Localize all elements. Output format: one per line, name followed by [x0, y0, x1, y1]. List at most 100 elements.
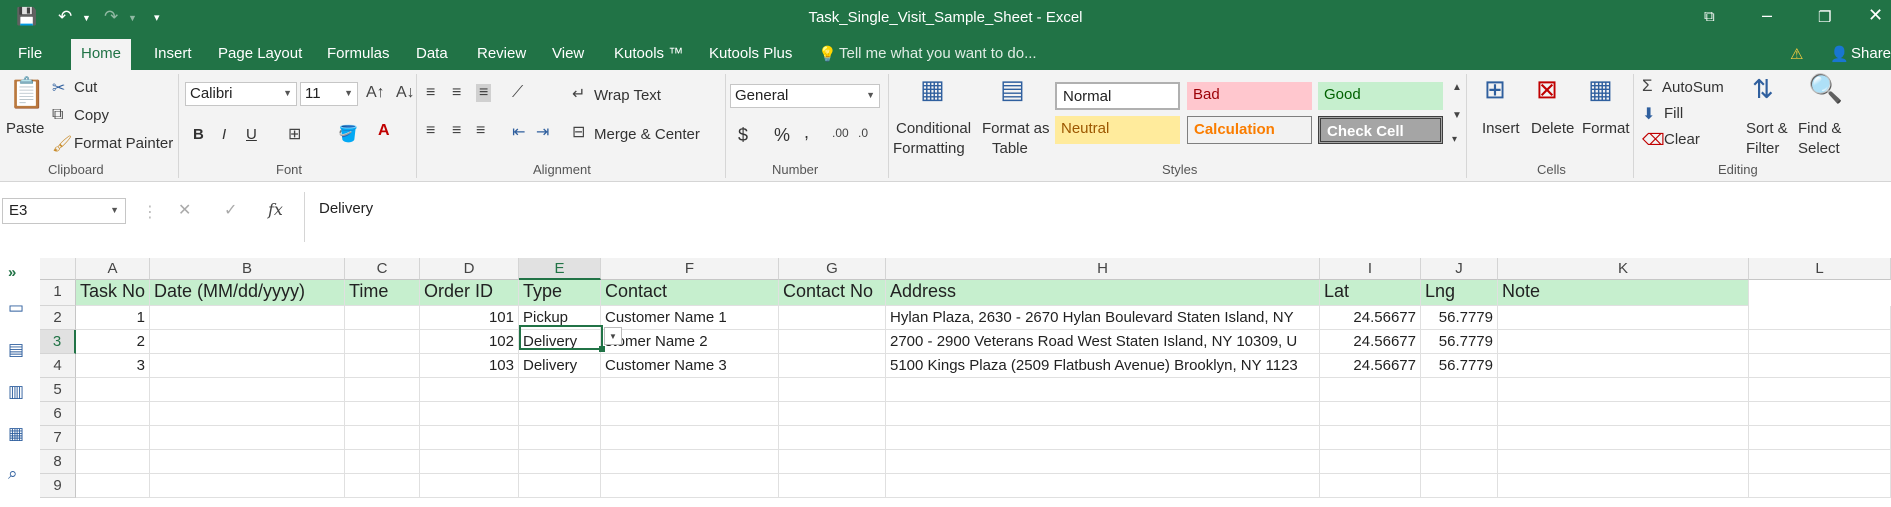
- copy-button[interactable]: Copy: [74, 107, 109, 124]
- delete-cells-icon[interactable]: ⊠: [1536, 74, 1558, 105]
- paste-button[interactable]: Paste: [6, 120, 44, 137]
- table-cell[interactable]: [345, 378, 420, 402]
- table-cell[interactable]: [345, 426, 420, 450]
- table-cell[interactable]: [420, 450, 519, 474]
- table-cell[interactable]: [1498, 474, 1749, 498]
- fill-icon[interactable]: ⬇: [1642, 104, 1655, 124]
- borders-icon[interactable]: ⊞: [288, 124, 301, 144]
- tab-formulas[interactable]: Formulas: [327, 45, 390, 62]
- autosum-button[interactable]: AutoSum: [1662, 79, 1724, 96]
- table-cell[interactable]: [150, 354, 345, 378]
- decrease-indent-icon[interactable]: ⇤: [512, 122, 525, 142]
- table-cell[interactable]: [345, 330, 420, 354]
- table-cell[interactable]: [886, 426, 1320, 450]
- table-cell[interactable]: [886, 450, 1320, 474]
- table-header-cell[interactable]: Time: [345, 280, 420, 306]
- table-header-cell[interactable]: Date (MM/dd/yyyy): [150, 280, 345, 306]
- align-bottom-icon[interactable]: ≡: [476, 84, 492, 102]
- autosum-icon[interactable]: Σ: [1642, 76, 1653, 96]
- copy-icon[interactable]: ⧉: [52, 106, 63, 124]
- delete-cells-button[interactable]: Delete: [1531, 120, 1574, 137]
- table-cell[interactable]: [779, 378, 886, 402]
- table-cell[interactable]: [345, 354, 420, 378]
- sort-filter-icon[interactable]: ⇅: [1752, 74, 1774, 105]
- bold-button[interactable]: B: [193, 126, 204, 143]
- row-header[interactable]: 1: [40, 280, 76, 306]
- align-right-icon[interactable]: ≡: [476, 122, 485, 140]
- table-header-cell[interactable]: Contact No: [779, 280, 886, 306]
- table-cell[interactable]: 56.7779: [1421, 306, 1498, 330]
- table-cell[interactable]: [601, 426, 779, 450]
- table-cell[interactable]: [150, 378, 345, 402]
- table-cell[interactable]: [779, 306, 886, 330]
- tab-data[interactable]: Data: [416, 45, 448, 62]
- table-cell[interactable]: [150, 450, 345, 474]
- tab-kutools-plus[interactable]: Kutools Plus: [709, 45, 792, 62]
- comma-button[interactable]: ,: [804, 122, 809, 143]
- table-cell[interactable]: Hylan Plaza, 2630 - 2670 Hylan Boulevard…: [886, 306, 1320, 330]
- table-header-cell[interactable]: Note: [1498, 280, 1749, 306]
- close-icon[interactable]: ✕: [1868, 5, 1883, 26]
- table-cell[interactable]: [1320, 402, 1421, 426]
- tab-insert[interactable]: Insert: [154, 45, 192, 62]
- column-header[interactable]: L: [1749, 258, 1891, 280]
- table-cell[interactable]: [1498, 306, 1749, 330]
- underline-button[interactable]: U: [246, 126, 257, 143]
- column-header[interactable]: B: [150, 258, 345, 280]
- format-painter-icon[interactable]: 🖌: [52, 134, 72, 154]
- style-neutral[interactable]: Neutral: [1055, 116, 1180, 144]
- sort-filter-button[interactable]: Sort &: [1746, 120, 1788, 137]
- ribbon-display-icon[interactable]: ⧉: [1704, 8, 1715, 25]
- table-cell[interactable]: [886, 402, 1320, 426]
- table-cell[interactable]: [519, 474, 601, 498]
- table-cell[interactable]: [420, 426, 519, 450]
- style-calculation[interactable]: Calculation: [1187, 116, 1312, 144]
- table-cell[interactable]: [1498, 450, 1749, 474]
- decrease-decimal-icon[interactable]: .0: [858, 126, 868, 140]
- table-cell[interactable]: [76, 450, 150, 474]
- paste-icon[interactable]: 📋: [8, 76, 45, 111]
- column-header[interactable]: F: [601, 258, 779, 280]
- table-cell[interactable]: [76, 402, 150, 426]
- formula-input[interactable]: Delivery: [304, 192, 1891, 242]
- styles-scroll-up-icon[interactable]: ▲: [1452, 82, 1462, 93]
- tab-file[interactable]: File: [18, 45, 42, 62]
- tab-view[interactable]: View: [552, 45, 584, 62]
- table-cell[interactable]: 2: [76, 330, 150, 354]
- table-cell[interactable]: [1749, 378, 1891, 402]
- minimize-icon[interactable]: –: [1762, 5, 1772, 26]
- table-cell[interactable]: [779, 330, 886, 354]
- table-cell[interactable]: 5100 Kings Plaza (2509 Flatbush Avenue) …: [886, 354, 1320, 378]
- format-painter-button[interactable]: Format Painter: [74, 135, 173, 152]
- fill-button[interactable]: Fill: [1664, 105, 1683, 122]
- table-cell[interactable]: [519, 450, 601, 474]
- table-cell[interactable]: [886, 378, 1320, 402]
- format-as-table-button[interactable]: Format as: [982, 120, 1050, 137]
- table-cell[interactable]: 103: [420, 354, 519, 378]
- table-cell[interactable]: [150, 330, 345, 354]
- table-cell[interactable]: Pickup: [519, 306, 601, 330]
- find-select-button[interactable]: Find &: [1798, 120, 1841, 137]
- row-header[interactable]: 5: [40, 378, 76, 402]
- table-cell[interactable]: 101: [420, 306, 519, 330]
- name-manager-icon[interactable]: ▦: [8, 424, 24, 444]
- table-cell[interactable]: [1421, 474, 1498, 498]
- style-good[interactable]: Good: [1318, 82, 1443, 110]
- table-cell[interactable]: [1320, 450, 1421, 474]
- table-cell[interactable]: 56.7779: [1421, 354, 1498, 378]
- table-cell[interactable]: [1320, 474, 1421, 498]
- filter-label[interactable]: Filter: [1746, 140, 1779, 157]
- fill-handle[interactable]: [599, 346, 605, 352]
- styles-scroll-down-icon[interactable]: ▼: [1452, 110, 1462, 121]
- select-all-corner[interactable]: [40, 258, 76, 280]
- table-cell[interactable]: Delivery: [519, 354, 601, 378]
- tab-page-layout[interactable]: Page Layout: [218, 45, 302, 62]
- styles-more-icon[interactable]: ▾: [1452, 134, 1457, 145]
- row-header[interactable]: 9: [40, 474, 76, 498]
- insert-function-icon[interactable]: fx: [268, 200, 283, 219]
- table-cell[interactable]: [345, 450, 420, 474]
- table-cell[interactable]: Customer Name 3: [601, 354, 779, 378]
- table-cell[interactable]: [1749, 426, 1891, 450]
- table-cell[interactable]: [150, 426, 345, 450]
- number-format-select[interactable]: General ▼: [730, 84, 880, 108]
